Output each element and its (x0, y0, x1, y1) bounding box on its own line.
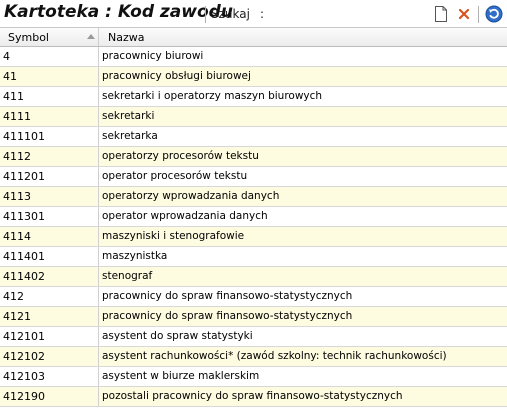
cell-symbol: 412102 (0, 347, 99, 366)
cell-symbol: 411 (0, 87, 99, 106)
cell-symbol: 411401 (0, 247, 99, 266)
sort-ascending-icon (87, 34, 95, 39)
table-row[interactable]: 41 pracownicy obsługi biurowej (0, 67, 507, 87)
cell-nazwa: operator procesorów tekstu (102, 170, 248, 182)
column-header-nazwa[interactable]: Nazwa (99, 28, 507, 46)
cell-symbol: 4114 (0, 227, 99, 246)
cell-symbol: 4111 (0, 107, 99, 126)
cell-symbol: 4 (0, 47, 99, 66)
table-row[interactable]: 412103 asystent w biurze maklerskim (0, 367, 507, 387)
table-row[interactable]: 412190 pozostali pracownicy do spraw fina… (0, 387, 507, 407)
cell-nazwa: maszyniski i stenografowie (102, 230, 245, 242)
column-header-symbol-label: Symbol (8, 31, 49, 44)
cell-nazwa: sekretarka (102, 130, 158, 142)
window-title: Kartoteka : Kod zawodu (4, 2, 233, 22)
cell-symbol: 411301 (0, 207, 99, 226)
table-row[interactable]: 412102 asystent rachunkowości* (zawód szk… (0, 347, 507, 367)
cell-nazwa: asystent rachunkowości* (zawód szkolny: … (102, 350, 447, 362)
toolbar-separator (478, 6, 479, 23)
cell-symbol: 412190 (0, 387, 99, 406)
cell-nazwa: stenograf (102, 270, 153, 282)
delete-button[interactable] (455, 5, 473, 23)
cell-symbol: 412 (0, 287, 99, 306)
search-input[interactable] (270, 5, 424, 25)
cell-symbol: 4121 (0, 307, 99, 326)
cell-symbol: 4112 (0, 147, 99, 166)
cell-nazwa: operatorzy procesorów tekstu (102, 150, 259, 162)
refresh-icon (485, 5, 503, 23)
table-row[interactable]: 411 sekretarki i operatorzy maszyn biurow… (0, 87, 507, 107)
cell-nazwa: pracownicy obsługi biurowej (102, 70, 251, 82)
title-separator (205, 6, 206, 23)
table-row[interactable]: 4112 operatorzy procesorów tekstu (0, 147, 507, 167)
table-row[interactable]: 411402 stenograf (0, 267, 507, 287)
search-label: Szukaj (211, 7, 250, 21)
table-row[interactable]: 4121 pracownicy do spraw finansowo-statys… (0, 307, 507, 327)
new-document-button[interactable] (432, 5, 450, 23)
table-row[interactable]: 411201 operator procesorów tekstu (0, 167, 507, 187)
delete-x-icon (458, 8, 470, 20)
cell-nazwa: pozostali pracownicy do spraw finansowo-… (102, 390, 403, 402)
table-row[interactable]: 4 pracownicy biurowi (0, 47, 507, 67)
search-colon: : (260, 7, 265, 21)
new-document-icon (435, 6, 447, 22)
cell-nazwa: pracownicy do spraw finansowo-statystycz… (102, 310, 353, 322)
column-header-nazwa-label: Nazwa (108, 31, 145, 44)
cell-symbol: 412103 (0, 367, 99, 386)
cell-symbol: 411101 (0, 127, 99, 146)
cell-symbol: 41 (0, 67, 99, 86)
cell-symbol: 411402 (0, 267, 99, 286)
cell-nazwa: operatorzy wprowadzania danych (102, 190, 280, 202)
cell-nazwa: operator wprowadzania danych (102, 210, 268, 222)
cell-symbol: 411201 (0, 167, 99, 186)
table-row[interactable]: 412 pracownicy do spraw finansowo-statyst… (0, 287, 507, 307)
cell-symbol: 4113 (0, 187, 99, 206)
window-header: Kartoteka : Kod zawodu Szukaj : (0, 0, 507, 28)
column-header-symbol[interactable]: Symbol (0, 28, 99, 46)
cell-nazwa: asystent w biurze maklerskim (102, 370, 260, 382)
table-header: Symbol Nazwa (0, 28, 507, 47)
table-row[interactable]: 4111 sekretarki (0, 107, 507, 127)
table-body: 4 pracownicy biurowi 41 pracownicy obsługi … (0, 47, 507, 407)
cell-nazwa: sekretarki i operatorzy maszyn biurowych (102, 90, 323, 102)
refresh-button[interactable] (485, 5, 503, 23)
table-row[interactable]: 4113 operatorzy wprowadzania danych (0, 187, 507, 207)
cell-nazwa: pracownicy do spraw finansowo-statystycz… (102, 290, 353, 302)
cell-nazwa: pracownicy biurowi (102, 50, 204, 62)
table-row[interactable]: 411101 sekretarka (0, 127, 507, 147)
cell-symbol: 412101 (0, 327, 99, 346)
table-row[interactable]: 411401 maszynistka (0, 247, 507, 267)
cell-nazwa: maszynistka (102, 250, 168, 262)
table-row[interactable]: 412101 asystent do spraw statystyki (0, 327, 507, 347)
table-row[interactable]: 411301 operator wprowadzania danych (0, 207, 507, 227)
table-row[interactable]: 4114 maszyniski i stenografowie (0, 227, 507, 247)
cell-nazwa: sekretarki (102, 110, 155, 122)
cell-nazwa: asystent do spraw statystyki (102, 330, 253, 342)
